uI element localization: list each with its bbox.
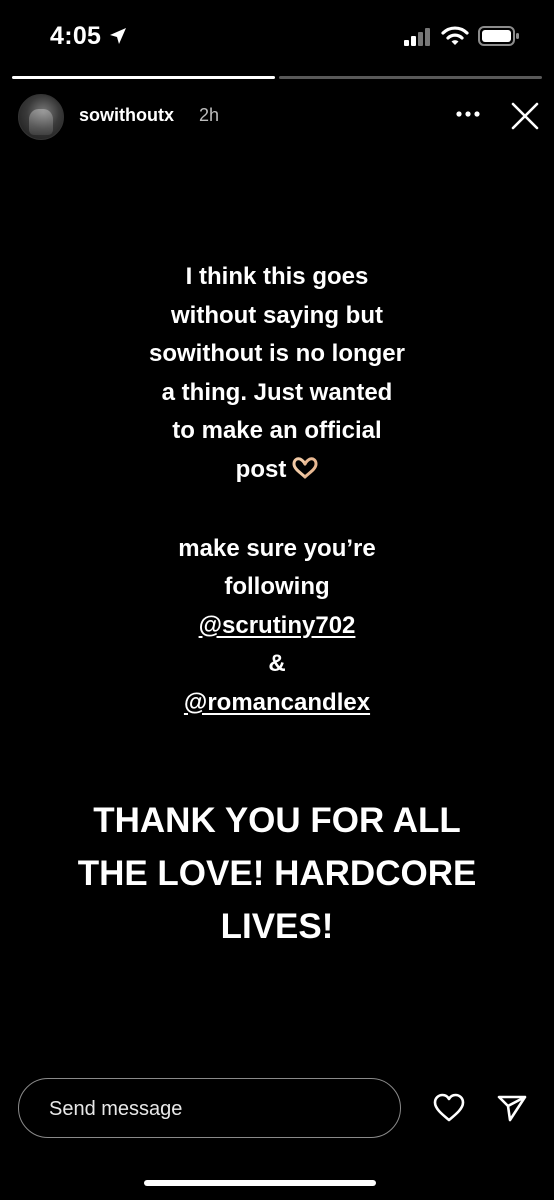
post-age: 2h xyxy=(199,105,220,125)
cellular-signal-icon xyxy=(404,28,434,51)
shout-line: THE LOVE! HARDCORE xyxy=(77,854,477,893)
heart-icon[interactable] xyxy=(432,1093,466,1128)
status-time: 4:05 xyxy=(50,22,102,50)
location-arrow-icon xyxy=(108,26,128,51)
mention-link-romancandlex[interactable]: @romancandlex xyxy=(184,689,370,716)
story-line-post: post xyxy=(0,451,554,492)
story-header: sowithoutx 2h xyxy=(0,94,554,140)
heart-hands-icon xyxy=(292,453,318,492)
story-line: to make an official xyxy=(172,417,382,444)
story-line-blank xyxy=(0,491,554,530)
shout-line: THANK YOU FOR ALL xyxy=(93,801,461,840)
story-line: & xyxy=(268,650,286,677)
close-icon[interactable] xyxy=(510,101,540,131)
story-line: without saying but xyxy=(171,301,383,329)
story-line: sowithout is no longer xyxy=(149,340,405,367)
story-progress xyxy=(12,76,542,80)
story-line: post xyxy=(235,455,287,483)
wifi-icon xyxy=(441,25,469,52)
status-bar: 4:05 xyxy=(0,0,554,70)
shout-line: LIVES! xyxy=(220,907,334,946)
story-line: following xyxy=(224,573,330,600)
message-composer[interactable] xyxy=(18,1078,401,1138)
home-indicator xyxy=(144,1180,376,1186)
paper-plane-icon[interactable] xyxy=(496,1092,528,1129)
story-shout-text: THANK YOU FOR ALL THE LOVE! HARDCORE LIV… xyxy=(0,794,554,953)
story-line: I think this goes xyxy=(185,263,369,290)
avatar[interactable] xyxy=(18,94,64,140)
story-line: a thing. Just wanted xyxy=(161,378,393,406)
battery-icon xyxy=(478,26,520,51)
mention-link-scrutiny702[interactable]: @scrutiny702 xyxy=(199,612,356,639)
send-message-input[interactable] xyxy=(47,1093,381,1125)
progress-segment-1 xyxy=(12,76,275,79)
progress-segment-2 xyxy=(279,76,542,79)
story-line: make sure you’re xyxy=(178,534,376,562)
username[interactable]: sowithoutx xyxy=(79,105,174,126)
story-text: I think this goes without saying but sow… xyxy=(0,258,554,722)
ellipsis-icon[interactable] xyxy=(455,104,483,127)
